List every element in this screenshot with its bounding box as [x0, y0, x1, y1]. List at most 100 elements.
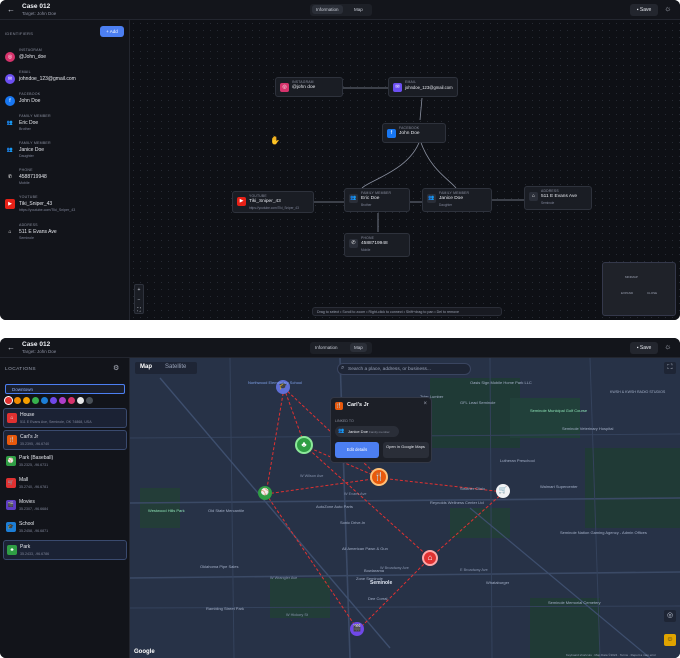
cart-marker-icon[interactable]: 🛒 [496, 484, 510, 498]
node-type: EMAIL [405, 80, 417, 84]
map-tab-satellite[interactable]: Satellite [165, 364, 186, 370]
node-value: @john doe [292, 85, 316, 90]
zoom-in-button[interactable]: + [135, 285, 143, 295]
graph-node-phone[interactable]: ✆ PHONE 4588719948 Mobile [344, 233, 410, 257]
map-label: Seminole Nation Gaming Agency - Admin Of… [560, 530, 647, 535]
identifier-item[interactable]: ✆ PHONE 4588719948 Mobile [5, 168, 125, 190]
map-view-screen: ← Case 012 Target: John Doe Information … [0, 338, 680, 658]
restaurant-icon: 🍴 [335, 402, 343, 410]
save-button[interactable]: ▪ Save [630, 4, 658, 16]
park-icon: ♣ [7, 545, 17, 555]
settings-icon[interactable]: ⚙ [113, 364, 119, 372]
identifier-item[interactable]: f FACEBOOK John Doe [5, 92, 125, 114]
edit-details-button[interactable]: Edit details [335, 442, 379, 458]
identifier-item[interactable]: ⌂ ADDRESS 511 E Evans Ave Seminole [5, 223, 125, 245]
node-value: 4588719948 [361, 241, 388, 246]
baseball-marker-icon[interactable]: ⚾ [258, 486, 272, 500]
identifier-item[interactable]: ◎ INSTAGRAM @John_doe [5, 48, 125, 70]
identifier-sub: Seminole [19, 236, 34, 240]
identifier-item[interactable]: 👥 FAMILY MEMBER Janice Doe Daughter [5, 141, 125, 163]
back-arrow-icon[interactable]: ← [7, 343, 15, 352]
identifier-item[interactable]: 👥 FAMILY MEMBER Eric Doe Brother [5, 114, 125, 136]
node-sub: Mobile [361, 248, 371, 252]
color-swatch[interactable] [23, 397, 30, 404]
location-item[interactable]: ⚾ Park (Baseball) 35.2325, -96.6731 [3, 452, 127, 472]
open-google-maps-button[interactable]: Open in Google Maps [383, 442, 429, 458]
graph-canvas[interactable]: ◎ INSTAGRAM @john doe ✉ EMAIL johndoe_12… [130, 20, 680, 320]
map-label: Old State Mercantile [208, 508, 245, 513]
fit-view-button[interactable]: ⛶ [135, 305, 143, 315]
color-swatch[interactable] [32, 397, 39, 404]
location-name-input[interactable]: Downtown [5, 384, 125, 394]
case-target: Target: John Doe [22, 11, 57, 16]
zoom-out-button[interactable]: − [135, 295, 143, 305]
map-label: KWSH & KWSH RADIO STUDIOS [610, 390, 666, 394]
map-label: Northwood Elementary School [248, 380, 303, 385]
graph-node-eric[interactable]: 👥 FAMILY MEMBER Eric Doe Brother [344, 188, 410, 212]
location-coords: 35.2307, -96.6684 [19, 507, 49, 511]
add-identifier-button[interactable]: + Add [100, 26, 124, 37]
street-label: W Evans Ave [344, 492, 367, 496]
color-swatch[interactable] [77, 397, 84, 404]
graph-node-youtube[interactable]: ▶ YOUTUBE Tiki_Sniper_43 https://youtube… [232, 191, 314, 213]
top-bar: ← Case 012 Target: John Doe Information … [0, 0, 680, 20]
node-sub: Brother [361, 203, 372, 207]
color-swatch[interactable] [14, 397, 21, 404]
sun-icon[interactable]: ☼ [664, 4, 671, 13]
location-coords: 35.2740, -96.6781 [19, 485, 49, 489]
graph-node-address[interactable]: ⌂ ADDRESS 511 E Evans Ave Seminole [524, 186, 592, 210]
close-icon[interactable]: × [423, 401, 427, 407]
tab-information[interactable]: Information [312, 5, 343, 14]
fullscreen-icon[interactable]: ⛶ [664, 362, 676, 374]
movie-marker-icon[interactable]: 🎬 [350, 622, 364, 636]
minimap-close[interactable]: CLOSE [647, 291, 657, 295]
location-item[interactable]: 🎬 Movies 35.2307, -96.6684 [3, 496, 127, 516]
graph-node-facebook[interactable]: f FACEBOOK John Doe [382, 123, 446, 143]
tab-map[interactable]: Map [350, 343, 367, 352]
top-bar: ← Case 012 Target: John Doe Information … [0, 338, 680, 358]
map-type-toggle: Map Satellite [135, 362, 197, 374]
color-swatch[interactable] [50, 397, 57, 404]
map-search-input[interactable]: Search a place, address, or business... [337, 363, 471, 375]
map-label: Strother Clinic [460, 486, 486, 491]
youtube-icon: ▶ [237, 197, 246, 206]
identifier-item[interactable]: ▶ YOUTUBE Tiki_Sniper_43 https://youtube… [5, 195, 125, 217]
minimap-expand[interactable]: EXPAND [621, 291, 633, 295]
location-item[interactable]: ⌂ House 511 E Evans Ave, Seminole, OK 74… [3, 408, 127, 428]
map-label: Seminole Veterinary Hospital [562, 426, 614, 431]
street-label: W Wrangler Ave [270, 576, 298, 580]
home-marker-icon[interactable]: ⌂ [422, 550, 438, 566]
park-marker-icon[interactable]: ♣ [295, 436, 313, 454]
pegman-icon[interactable]: ☺ [664, 634, 676, 646]
linked-chip[interactable]: 👥 Janice Doe Family member [335, 426, 399, 437]
map-label: Seminole Municipal Golf Course [530, 408, 588, 413]
save-button[interactable]: ▪ Save [630, 342, 658, 354]
location-item[interactable]: 🎓 School 35.2458, -96.6871 [3, 518, 127, 538]
minimap[interactable]: MINIMAP EXPAND CLOSE [602, 262, 676, 316]
graph-node-instagram[interactable]: ◎ INSTAGRAM @john doe [275, 77, 343, 97]
tab-information[interactable]: Information [315, 345, 338, 350]
color-swatch[interactable] [41, 397, 48, 404]
color-swatch[interactable] [59, 397, 66, 404]
sun-icon[interactable]: ☼ [664, 342, 671, 351]
tab-map[interactable]: Map [354, 7, 363, 12]
graph-node-janice[interactable]: 👥 FAMILY MEMBER Janice Doe Daughter [422, 188, 492, 212]
color-swatch[interactable] [68, 397, 75, 404]
node-type: PHONE [361, 236, 375, 240]
identifier-item[interactable]: ✉ EMAIL johndoe_123@gmail.com [5, 70, 125, 92]
identifier-value: Eric Doe [19, 120, 39, 126]
restaurant-icon: 🍴 [7, 435, 17, 445]
location-target-icon[interactable]: ◎ [664, 610, 676, 622]
back-arrow-icon[interactable]: ← [7, 5, 15, 14]
location-item[interactable]: ♣ Park 35.2433, -96.6786 [3, 540, 127, 560]
color-swatch[interactable] [5, 397, 12, 404]
identifier-sub: Brother [19, 127, 31, 131]
location-item[interactable]: 🛒 Mall 35.2740, -96.6781 [3, 474, 127, 494]
location-item[interactable]: 🍴 Carl's Jr 35.2395, -96.6740 [3, 430, 127, 450]
color-swatch[interactable] [86, 397, 93, 404]
restaurant-marker-icon[interactable]: 🍴 [370, 468, 388, 486]
instagram-icon: ◎ [5, 52, 15, 62]
node-type: INSTAGRAM [292, 80, 314, 84]
graph-node-email[interactable]: ✉ EMAIL johndoe_123@gmail.com [388, 77, 458, 97]
map-tab-map[interactable]: Map [140, 364, 152, 370]
